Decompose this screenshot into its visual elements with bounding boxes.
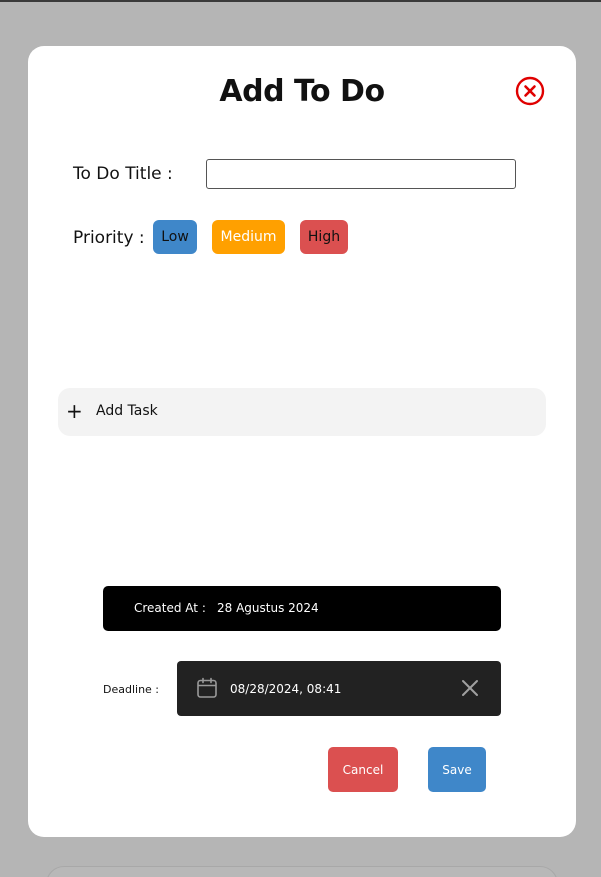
deadline-label: Deadline : [103, 683, 160, 696]
add-task-label: Add Task [96, 403, 158, 419]
clear-x-icon[interactable] [461, 679, 479, 697]
todo-title-label: To Do Title : [73, 164, 173, 184]
deadline-input[interactable]: 08/28/2024, 08:41 [177, 661, 501, 716]
add-todo-modal: Add To Do To Do Title : Priority : Low M… [28, 46, 576, 837]
modal-title: Add To Do [219, 74, 385, 109]
created-at-box: Created At : 28 Agustus 2024 [103, 586, 501, 631]
created-at-label: Created At : [134, 601, 206, 615]
priority-medium-button[interactable]: Medium [212, 220, 285, 254]
save-button[interactable]: Save [428, 747, 486, 792]
top-border [0, 0, 601, 2]
close-button[interactable] [515, 76, 545, 106]
close-circle-icon [515, 76, 545, 106]
background-card [46, 866, 558, 877]
cancel-button[interactable]: Cancel [328, 747, 398, 792]
priority-high-button[interactable]: High [300, 220, 348, 254]
plus-icon: + [66, 399, 83, 423]
priority-low-button[interactable]: Low [153, 220, 197, 254]
deadline-value: 08/28/2024, 08:41 [230, 682, 342, 696]
created-at-value: 28 Agustus 2024 [217, 601, 319, 615]
todo-title-input[interactable] [206, 159, 516, 189]
priority-label: Priority : [73, 228, 145, 248]
add-task-button[interactable]: + Add Task [58, 388, 546, 436]
calendar-icon[interactable] [196, 677, 218, 699]
